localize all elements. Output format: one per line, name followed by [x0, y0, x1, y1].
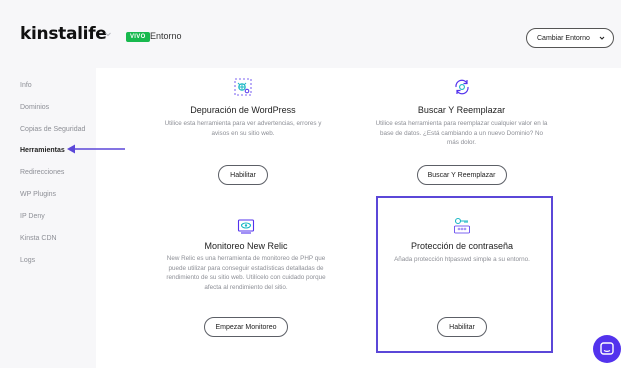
search-replace-button[interactable]: Buscar Y Reemplazar	[416, 165, 507, 185]
sidebar-item-copias[interactable]: Copias de Seguridad	[20, 126, 85, 133]
sidebar-item-ip-deny[interactable]: IP Deny	[20, 213, 45, 220]
arrow-annotation-icon	[67, 144, 125, 154]
sidebar-item-dominios[interactable]: Dominios	[20, 104, 49, 111]
top-bar: kinstalife VIVO Entorno Cambiar Entorno	[0, 0, 621, 68]
wordpress-debug-card: Depuración de WordPress Utilice esta her…	[158, 76, 328, 188]
change-environment-button[interactable]: Cambiar Entorno	[526, 28, 614, 48]
sidebar-item-wp-plugins[interactable]: WP Plugins	[20, 191, 56, 198]
chevron-down-icon[interactable]	[104, 30, 112, 38]
search-replace-icon	[454, 79, 469, 95]
start-monitoring-button[interactable]: Empezar Monitoreo	[204, 317, 288, 337]
live-badge: VIVO	[126, 32, 150, 42]
sidebar-item-redirecciones[interactable]: Redirecciones	[20, 169, 64, 176]
sidebar-item-info[interactable]: Info	[20, 82, 32, 89]
card-description: Utilice esta herramienta para reemplazar…	[375, 120, 548, 146]
debug-bug-icon	[234, 78, 252, 96]
environment-label: Entorno	[150, 31, 182, 41]
change-environment-label: Cambiar Entorno	[537, 34, 590, 42]
new-relic-card: Monitoreo New Relic New Relic es una her…	[166, 217, 326, 352]
search-replace-card: Buscar Y Reemplazar Utilice esta herrami…	[374, 76, 549, 188]
kinsta-logo[interactable]: kinstalife	[20, 24, 107, 44]
chat-icon	[600, 342, 614, 355]
card-description: Utilice esta herramienta para ver advert…	[164, 120, 322, 137]
card-title: Depuración de WordPress	[190, 105, 296, 115]
sidebar-item-herramientas[interactable]: Herramientas	[20, 147, 65, 154]
highlight-box	[376, 196, 553, 353]
enable-debug-button[interactable]: Habilitar	[218, 165, 268, 185]
sidebar-nav: Info Dominios Copias de Seguridad Herram…	[0, 68, 96, 368]
sidebar-item-logs[interactable]: Logs	[20, 257, 35, 264]
chat-launcher-button[interactable]	[593, 335, 621, 363]
card-title: Monitoreo New Relic	[204, 241, 288, 251]
card-title: Buscar Y Reemplazar	[417, 105, 506, 115]
sidebar-item-kinsta-cdn[interactable]: Kinsta CDN	[20, 235, 57, 242]
card-description: New Relic es una herramienta de monitore…	[166, 255, 326, 291]
monitor-eye-icon	[237, 219, 255, 234]
chevron-down-icon	[599, 36, 605, 40]
